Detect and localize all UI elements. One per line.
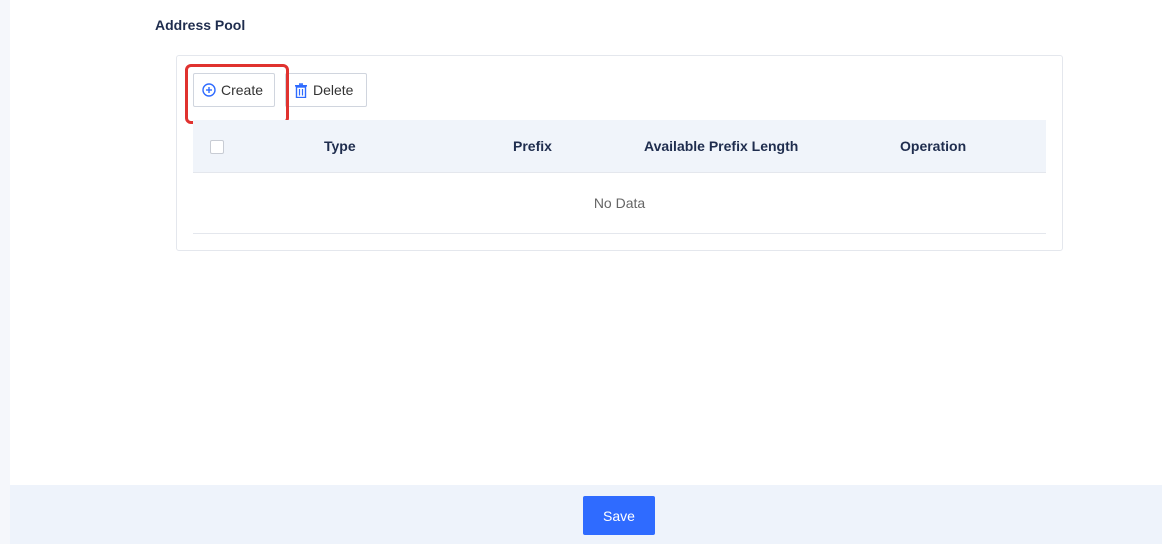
footer-bar: Save (10, 485, 1162, 544)
column-available-prefix-length: Available Prefix Length (644, 138, 799, 154)
address-pool-table: Type Prefix Available Prefix Length Oper… (193, 120, 1046, 234)
address-pool-panel: Create Delete Type Prefix Available Pref… (176, 55, 1063, 251)
column-operation: Operation (900, 138, 967, 154)
page-content: Address Pool Create Delete Type Prefix A… (10, 0, 1162, 544)
column-prefix: Prefix (513, 138, 552, 154)
plus-circle-icon (202, 83, 216, 97)
select-all-checkbox[interactable] (210, 140, 224, 154)
delete-label: Delete (313, 82, 354, 98)
toolbar: Create Delete (185, 64, 367, 124)
column-type: Type (324, 138, 356, 154)
create-label: Create (221, 82, 264, 98)
table-header: Type Prefix Available Prefix Length Oper… (193, 120, 1046, 173)
empty-text: No Data (593, 195, 646, 211)
section-title: Address Pool (155, 17, 246, 33)
table-empty-row: No Data (193, 173, 1046, 234)
create-button[interactable]: Create (185, 64, 289, 124)
save-button[interactable]: Save (583, 496, 655, 535)
trash-icon (294, 82, 308, 98)
delete-button[interactable]: Delete (285, 73, 367, 107)
